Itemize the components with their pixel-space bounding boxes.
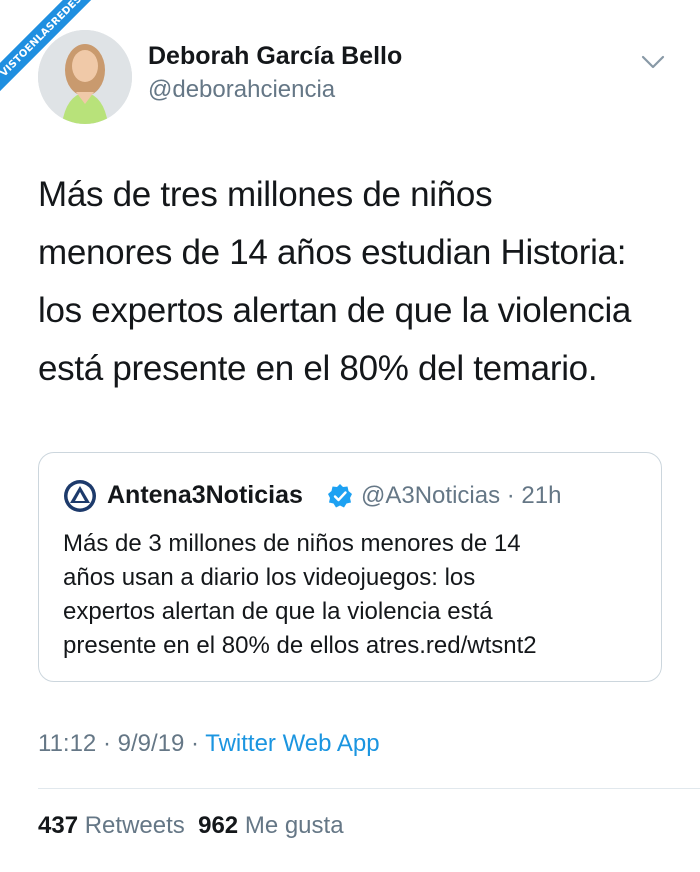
quoted-handle-time[interactable]: @A3Noticias · 21h (361, 482, 561, 510)
tweet-line: menores de 14 años estudian Historia: (38, 233, 627, 272)
divider (38, 788, 700, 789)
likes-count: 962 (198, 812, 239, 839)
watermark-text: VISTOENLASREDES (0, 0, 84, 79)
antena3-logo-icon (64, 480, 96, 512)
likes-label: Me gusta (244, 812, 344, 839)
retweets-stat[interactable]: 437 Retweets (38, 812, 185, 839)
engagement-stats: 437 Retweets 962 Me gusta (38, 812, 344, 840)
quoted-line: años usan a diario los videojuegos: los (63, 564, 476, 591)
retweets-count: 437 (38, 812, 79, 839)
author-handle[interactable]: @deborahciencia (148, 76, 335, 104)
likes-stat[interactable]: 962 Me gusta (198, 812, 343, 839)
tweet-card: VISTOENLASREDES Deborah García Bello @de… (0, 0, 700, 872)
quoted-line: expertos alertan de que la violencia est… (63, 598, 493, 625)
tweet-line: Más de tres millones de niños (38, 175, 493, 214)
author-name[interactable]: Deborah García Bello (148, 42, 402, 71)
chevron-down-icon[interactable] (640, 52, 666, 72)
verified-badge-icon (328, 484, 352, 508)
quoted-author-name[interactable]: Antena3Noticias (107, 481, 303, 510)
quoted-line: Más de 3 millones de niños menores de 14 (63, 530, 521, 557)
source-app-link[interactable]: Twitter Web App (205, 730, 379, 757)
quoted-text: Más de 3 millones de niños menores de 14… (63, 527, 643, 663)
tweet-text: Más de tres millones de niños menores de… (38, 166, 678, 398)
timestamp[interactable]: 11:12 · 9/9/19 · (38, 730, 205, 757)
tweet-line: está presente en el 80% del temario. (38, 349, 598, 388)
tweet-meta: 11:12 · 9/9/19 · Twitter Web App (38, 730, 380, 758)
retweets-label: Retweets (84, 812, 185, 839)
quoted-tweet[interactable]: Antena3Noticias @A3Noticias · 21h Más de… (38, 452, 662, 682)
quoted-line: presente en el 80% de ellos atres.red/wt… (63, 632, 537, 659)
watermark-ribbon: VISTOENLASREDES (0, 0, 110, 110)
tweet-line: los expertos alertan de que la violencia (38, 291, 632, 330)
